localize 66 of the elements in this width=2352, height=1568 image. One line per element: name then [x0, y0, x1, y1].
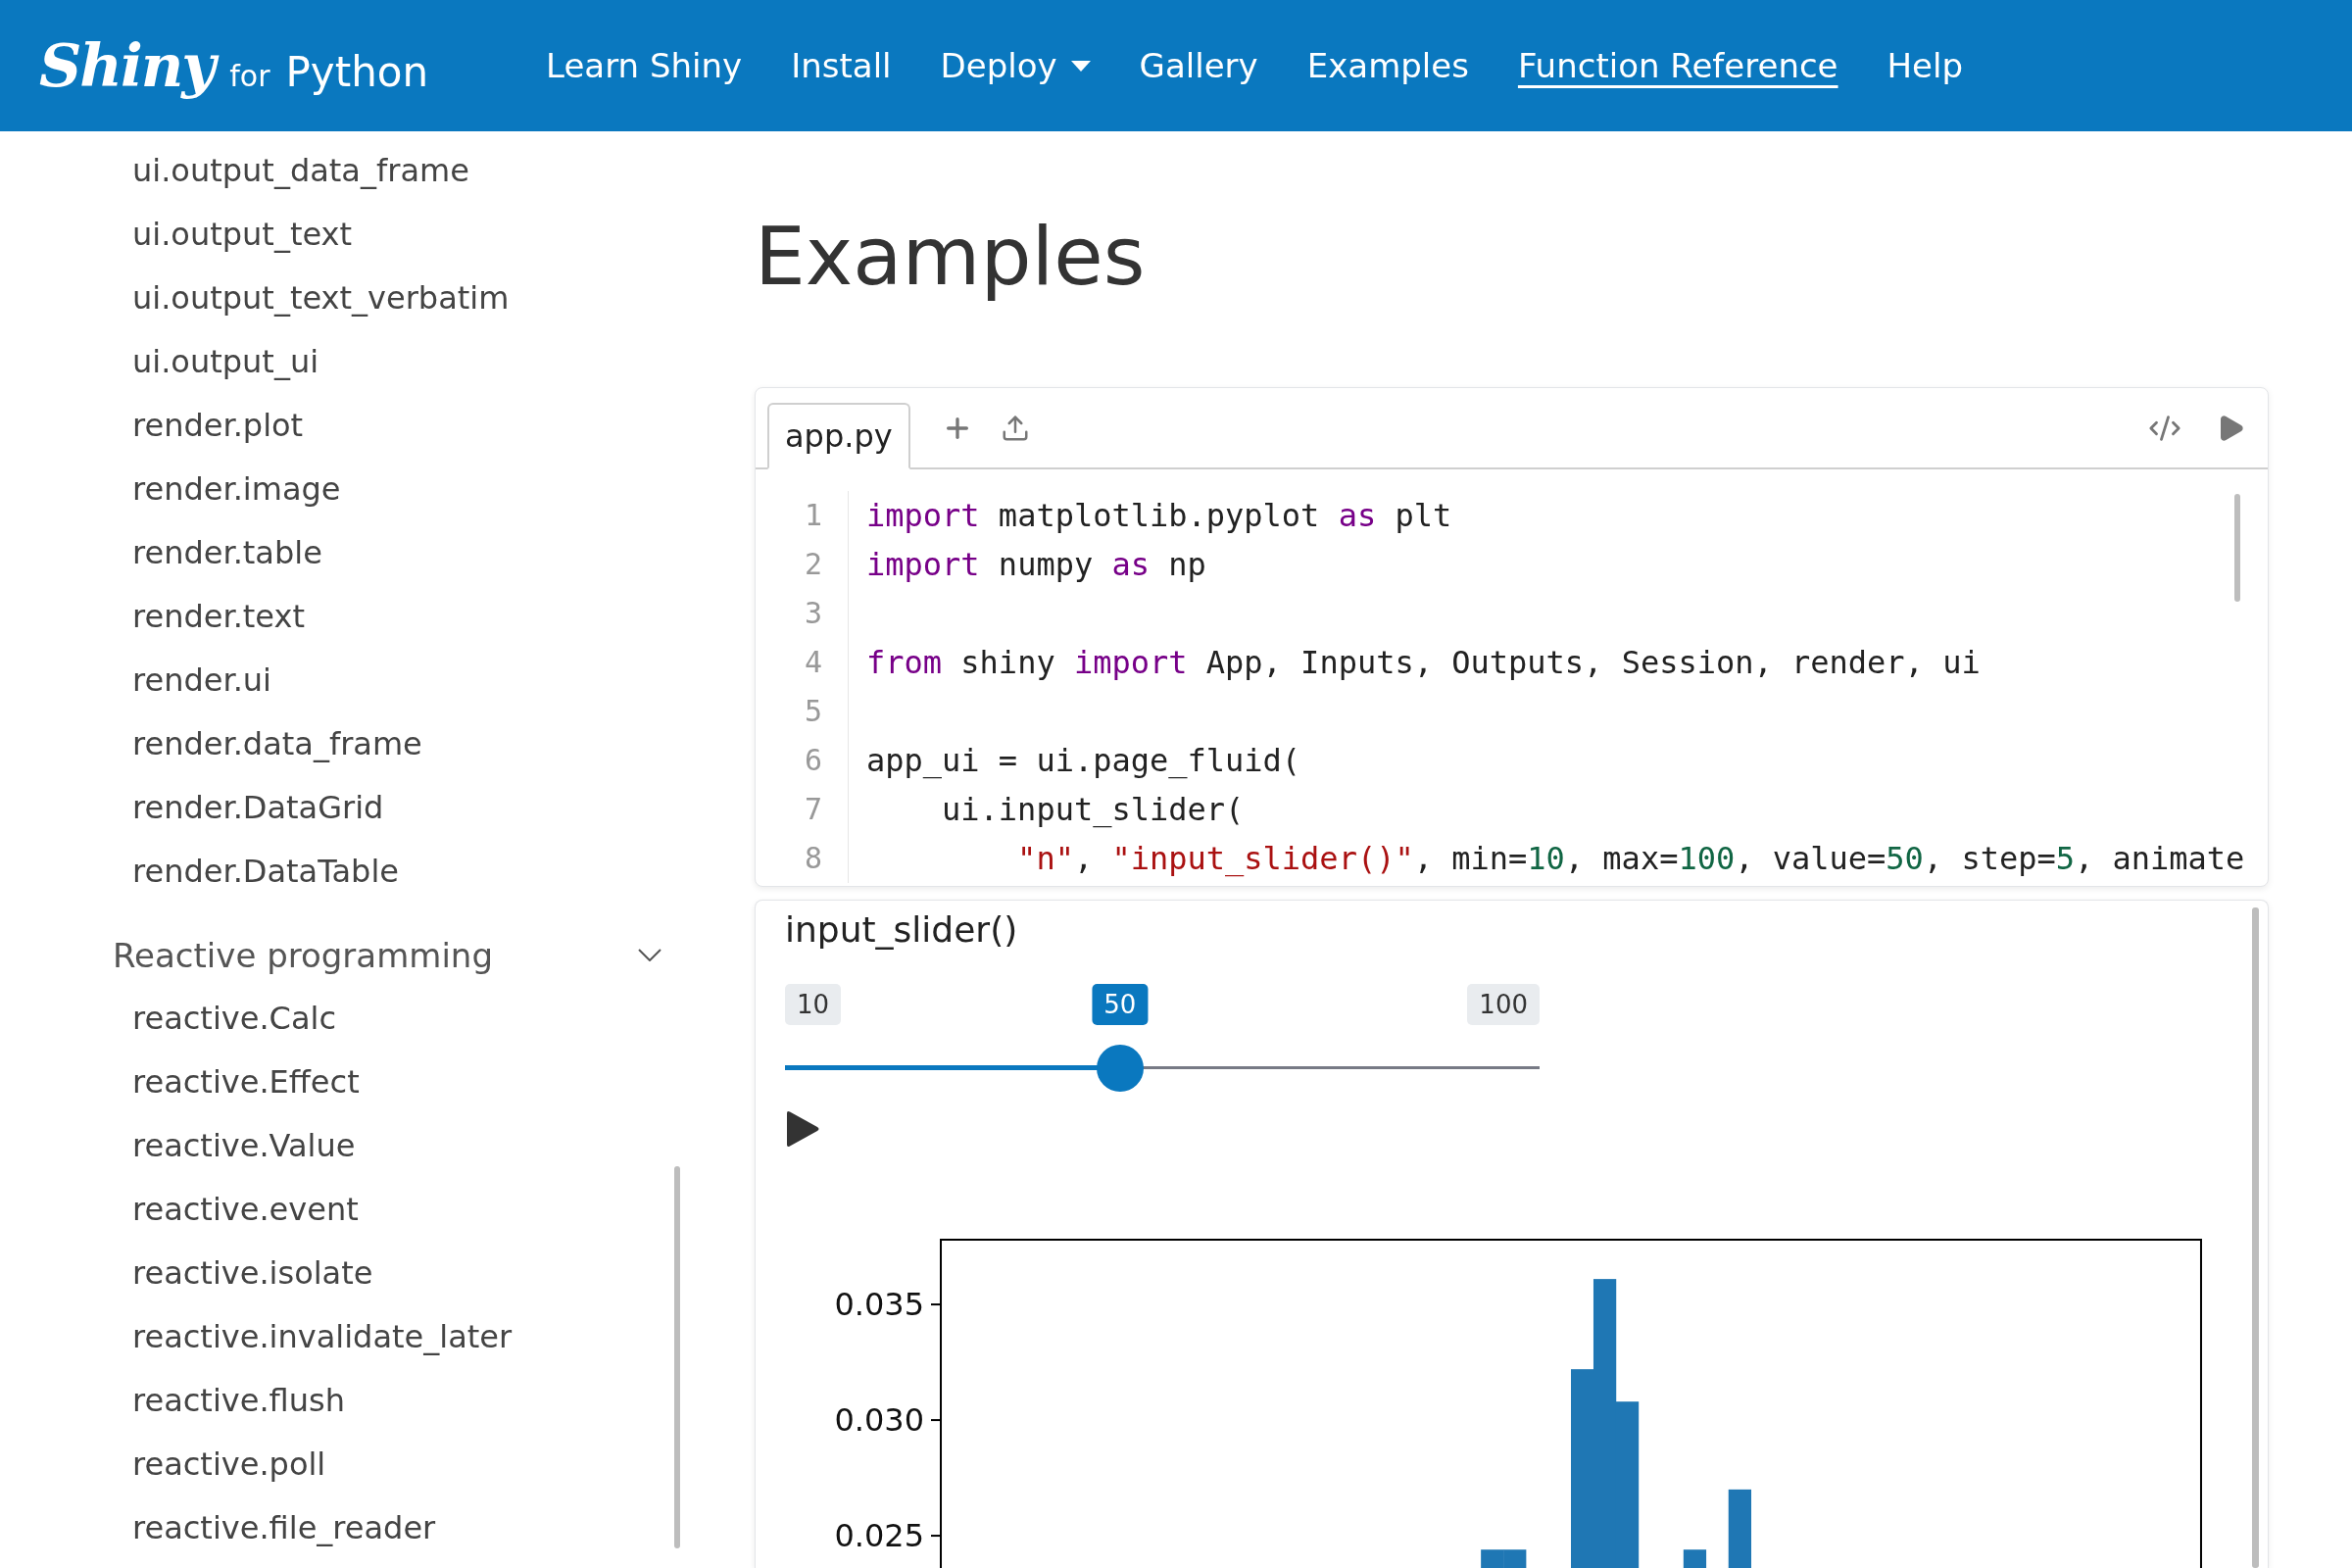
chevron-down-icon	[638, 949, 662, 961]
sidebar-link[interactable]: render.DataTable	[0, 840, 399, 904]
code-line: app_ui = ui.page_fluid(	[866, 741, 1301, 781]
line-number: 8	[803, 840, 823, 877]
sidebar-link[interactable]: ui.output_ui	[0, 330, 319, 394]
code-line: ui.input_slider(	[942, 790, 1245, 830]
sidebar-link[interactable]: reactive.Effect	[0, 1051, 360, 1114]
line-number: 6	[803, 742, 823, 779]
y-tick-label: 0.025	[834, 1517, 925, 1555]
nav-link[interactable]: Help	[1886, 46, 1964, 85]
slider-label: input_slider()	[785, 908, 1018, 952]
y-tick: 0.035	[834, 1286, 942, 1324]
nav-link[interactable]: Deploy	[940, 46, 1091, 85]
histogram-bar	[1481, 1549, 1504, 1568]
sidebar-section[interactable]: Reactive programming	[113, 923, 662, 987]
sidebar-link[interactable]: render.data_frame	[0, 712, 422, 776]
file-tab[interactable]: app.py	[767, 403, 910, 469]
line-number: 2	[803, 546, 823, 583]
sidebar-link[interactable]: render.text	[0, 585, 305, 649]
histogram-bar	[1503, 1549, 1527, 1568]
sidebar-link[interactable]: ui.output_text_verbatim	[0, 267, 510, 330]
scrollbar[interactable]	[674, 1166, 680, 1548]
sidebar-link[interactable]: ui.output_data_frame	[0, 139, 469, 203]
line-number: 3	[803, 595, 823, 632]
slider-min-label: 10	[785, 984, 842, 1025]
sidebar-link[interactable]: render.ui	[0, 649, 271, 712]
y-tick: 0.030	[834, 1401, 942, 1440]
sidebar-link[interactable]: render.plot	[0, 394, 304, 458]
sidebar-link[interactable]: reactive.isolate	[0, 1242, 373, 1305]
sidebar-link[interactable]: reactive.flush	[0, 1369, 345, 1433]
slider-value-label: 50	[1092, 984, 1149, 1025]
y-tick-label: 0.030	[834, 1401, 925, 1440]
y-tick-label: 0.035	[834, 1286, 925, 1324]
line-number: 5	[803, 693, 823, 730]
code-line: from shiny import App, Inputs, Outputs, Session, render, ui	[866, 643, 1981, 683]
line-number: 1	[803, 497, 823, 534]
sidebar-link[interactable]: reactive.invalidate_later	[0, 1305, 513, 1369]
sidebar-link[interactable]: reactive.event	[0, 1178, 359, 1242]
slider-thumb[interactable]	[1096, 1045, 1144, 1092]
nav-link[interactable]: Install	[791, 46, 892, 85]
line-number: 7	[803, 791, 823, 828]
caret-icon	[1070, 60, 1091, 72]
nav-link[interactable]: Examples	[1306, 46, 1469, 85]
sidebar-link[interactable]: reactive.Value	[0, 1114, 356, 1178]
line-number: 4	[803, 644, 823, 681]
home-link[interactable]: Shiny for Python	[39, 31, 429, 100]
sidebar-link[interactable]: render.DataGrid	[0, 776, 384, 840]
sidebar-link[interactable]: ui.output_text	[0, 203, 353, 267]
histogram-bar	[1683, 1549, 1707, 1568]
code-line: import matplotlib.pyplot as plt	[866, 496, 1452, 536]
scrollbar[interactable]	[2234, 494, 2240, 602]
sidebar-link[interactable]: reactive.poll	[0, 1433, 326, 1496]
slider-max-label: 100	[1467, 984, 1540, 1025]
nav-link[interactable]: Learn Shiny	[546, 46, 743, 85]
page-title: Examples	[755, 209, 1146, 305]
play-icon[interactable]	[785, 1110, 820, 1148]
nav-link[interactable]: Gallery	[1139, 46, 1258, 85]
scrollbar[interactable]	[2252, 907, 2259, 1568]
sidebar-link[interactable]: render.image	[0, 458, 341, 521]
nav-link[interactable]: Function Reference	[1517, 46, 1838, 85]
y-tick: 0.025	[834, 1517, 942, 1555]
sidebar-link[interactable]: reactive.Calc	[0, 987, 336, 1051]
code-line: "n", "input_slider()", min=10, max=100, value=50, step=5, animate	[1017, 839, 2245, 879]
sidebar-link[interactable]: render.table	[0, 521, 322, 585]
sidebar-link[interactable]: reactive.file_reader	[0, 1496, 436, 1560]
code-line: import numpy as np	[866, 545, 1206, 585]
